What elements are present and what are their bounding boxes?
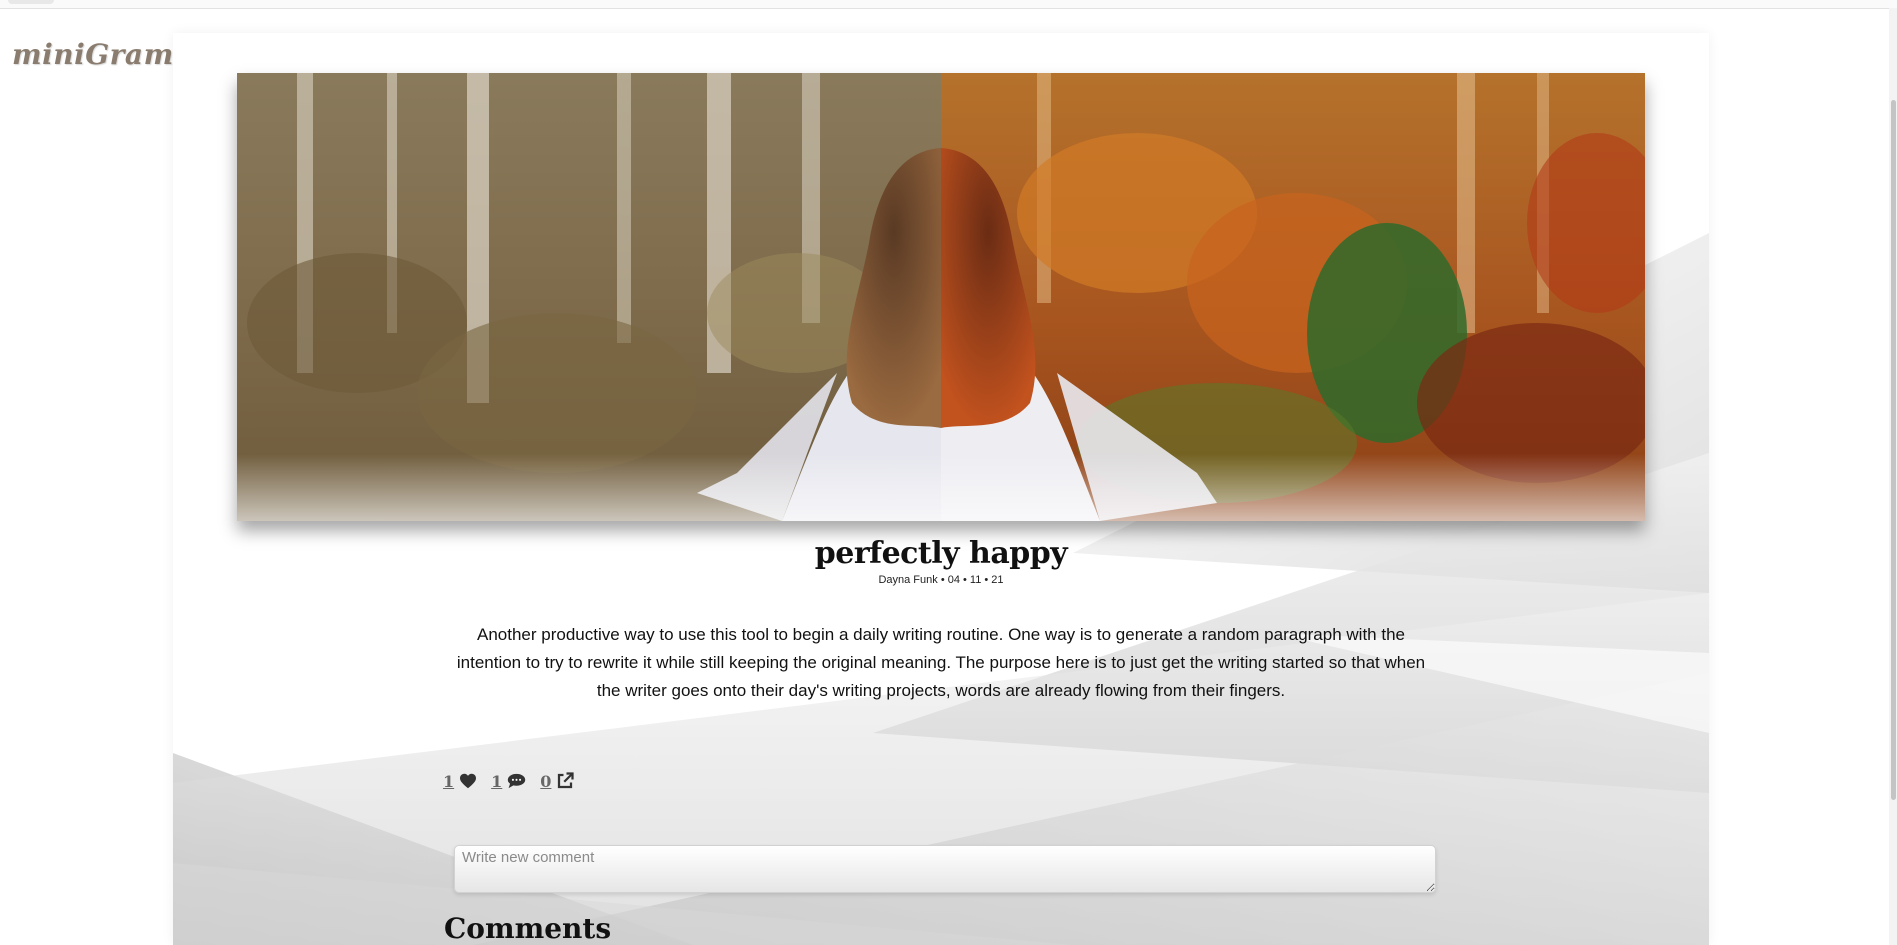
like-count[interactable]: 1 (443, 772, 454, 791)
like-button[interactable]: 1 (443, 772, 477, 791)
share-count[interactable]: 0 (540, 772, 551, 791)
post-actions: 1 1 0 (443, 769, 575, 793)
app-logo[interactable]: miniGram (12, 38, 174, 71)
autumn-forest-image (237, 73, 1645, 521)
comment-input[interactable] (454, 845, 1436, 893)
post-hero-image[interactable] (237, 73, 1645, 521)
browser-tab[interactable] (8, 0, 54, 4)
speech-bubble-icon[interactable] (507, 773, 526, 789)
scrollbar-thumb[interactable] (1891, 100, 1896, 800)
comments-button[interactable]: 1 (491, 772, 526, 791)
post-card: perfectly happy Dayna Funk • 04 • 11 • 2… (173, 33, 1709, 945)
comments-heading: Comments (444, 912, 612, 945)
external-link-icon[interactable] (556, 772, 575, 790)
post-meta: Dayna Funk • 04 • 11 • 21 (878, 574, 1004, 586)
page-scrollbar[interactable] (1889, 8, 1897, 945)
heart-icon[interactable] (459, 773, 477, 789)
share-button[interactable]: 0 (540, 772, 575, 791)
comment-count[interactable]: 1 (491, 772, 502, 791)
post-title: perfectly happy (814, 536, 1068, 571)
browser-top-strip (0, 0, 1897, 9)
post-body: Another productive way to use this tool … (456, 625, 1426, 700)
